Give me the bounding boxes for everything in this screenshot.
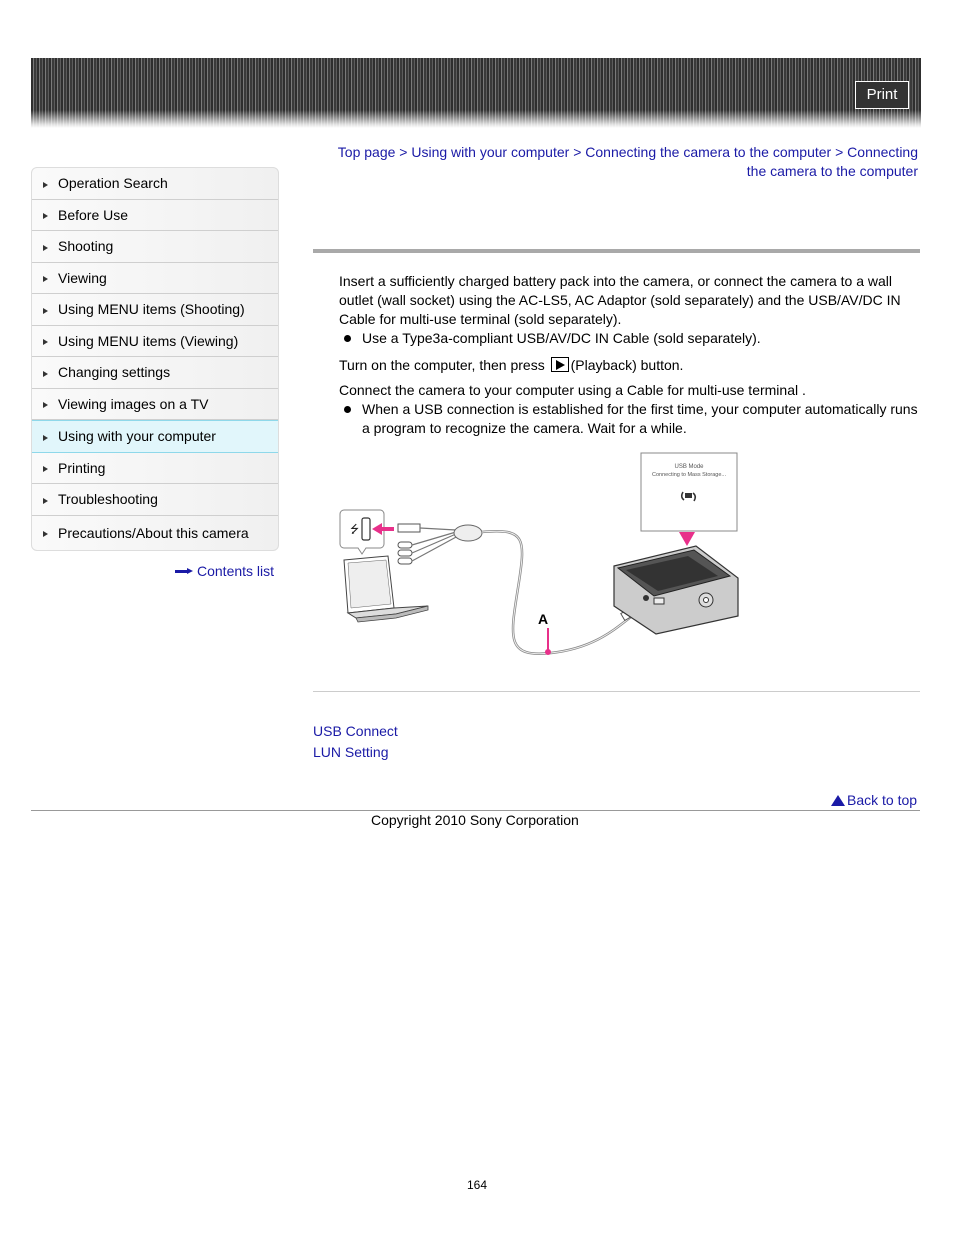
breadcrumb-separator: >: [573, 144, 582, 160]
sidebar-item-label: Shooting: [58, 238, 114, 255]
bullet-icon: [344, 335, 351, 342]
header-banner: [31, 58, 921, 128]
laptop-icon: [343, 555, 429, 623]
breadcrumb-top-page[interactable]: Top page: [338, 144, 396, 160]
section-divider: [313, 691, 920, 692]
step-1-text: Insert a sufficiently charged battery pa…: [339, 273, 901, 327]
sidebar-nav: Operation Search Before Use Shooting Vie…: [31, 167, 279, 551]
footer-divider: [31, 810, 920, 811]
screen-status-text: Connecting to Mass Storage...: [652, 472, 726, 478]
sidebar-item-label: Operation Search: [58, 175, 168, 192]
arrow-right-icon: [43, 244, 48, 251]
sidebar-item-changing-settings[interactable]: Changing settings: [32, 357, 278, 389]
arrow-right-icon: [43, 276, 48, 283]
usb-cable: [481, 530, 637, 655]
sidebar-item-troubleshooting[interactable]: Troubleshooting: [32, 484, 278, 516]
sidebar-item-label: Changing settings: [58, 364, 171, 381]
label-pointer-dot: [545, 649, 551, 655]
step-2-text-after: (Playback) button.: [570, 357, 684, 373]
sidebar-item-label: Viewing: [58, 269, 107, 286]
related-link-usb-connect[interactable]: USB Connect: [313, 721, 398, 742]
connection-diagram: USB Mode Connecting to Mass Storage... ⭍: [339, 452, 739, 655]
sidebar-item-operation-search[interactable]: Operation Search: [32, 168, 278, 200]
sidebar-item-shooting[interactable]: Shooting: [32, 231, 278, 263]
playback-icon: [550, 357, 569, 372]
sidebar-item-before-use[interactable]: Before Use: [32, 200, 278, 231]
sidebar-item-using-computer[interactable]: Using with your computer: [32, 420, 278, 453]
arrow-right-icon: [43, 181, 48, 188]
sidebar-item-label: Before Use: [58, 206, 129, 223]
screen-mode-text: USB Mode: [674, 464, 704, 470]
step-1-note: Use a Type3a-compliant USB/AV/DC IN Cabl…: [344, 329, 919, 348]
contents-list-link[interactable]: Contents list: [175, 563, 274, 579]
arrow-right-icon: [43, 213, 48, 220]
step-2: Turn on the computer, then press (Playba…: [339, 356, 919, 375]
breadcrumb-separator: >: [835, 144, 844, 160]
sidebar-item-viewing-tv[interactable]: Viewing images on a TV: [32, 389, 278, 420]
page-number: 164: [467, 1178, 488, 1192]
copyright-text: Copyright 2010 Sony Corporation: [371, 812, 579, 828]
pointer-arrow-icon: [679, 532, 695, 546]
cable-label-a: A: [538, 611, 548, 627]
sidebar-item-label: Using MENU items (Shooting): [58, 301, 245, 318]
camera-icon: [613, 545, 739, 635]
related-links: USB Connect LUN Setting: [313, 721, 398, 763]
step-3-note: When a USB connection is established for…: [344, 400, 919, 438]
bullet-icon: [344, 406, 351, 413]
arrow-right-icon: [43, 466, 48, 473]
sidebar-item-label: Using with your computer: [58, 428, 216, 445]
breadcrumb-using-computer[interactable]: Using with your computer: [411, 144, 569, 160]
print-button[interactable]: Print: [855, 81, 909, 109]
camera-screen-callout: USB Mode Connecting to Mass Storage...: [640, 452, 738, 546]
instructions: Insert a sufficiently charged battery pa…: [339, 272, 919, 438]
related-link-lun-setting[interactable]: LUN Setting: [313, 742, 398, 763]
sidebar-item-label: Using MENU items (Viewing): [58, 332, 239, 349]
arrow-right-icon: [43, 497, 48, 504]
step-1-note-text: Use a Type3a-compliant USB/AV/DC IN Cabl…: [362, 330, 761, 346]
sidebar-item-printing[interactable]: Printing: [32, 453, 278, 484]
arrow-up-icon: [831, 794, 845, 806]
step-2-text-before: Turn on the computer, then press: [339, 357, 545, 373]
sidebar-item-label: Viewing images on a TV: [58, 395, 209, 412]
contents-list-label: Contents list: [197, 563, 275, 579]
arrow-right-icon: [175, 568, 193, 574]
title-divider: [313, 249, 920, 253]
av-cable-connectors: [397, 523, 483, 565]
breadcrumb: Top page > Using with your computer > Co…: [320, 143, 918, 181]
back-to-top-link[interactable]: Back to top: [831, 792, 917, 808]
arrow-right-icon: [43, 339, 48, 346]
arrow-right-icon: [43, 402, 48, 409]
arrow-right-icon: [43, 307, 48, 314]
breadcrumb-separator: >: [399, 144, 408, 160]
arrow-right-icon: [43, 370, 48, 377]
sidebar-item-precautions[interactable]: Precautions/About this camera: [32, 516, 278, 550]
sidebar-item-viewing[interactable]: Viewing: [32, 263, 278, 294]
sidebar-item-label: Troubleshooting: [58, 491, 158, 508]
sidebar-item-menu-viewing[interactable]: Using MENU items (Viewing): [32, 326, 278, 357]
back-to-top-label: Back to top: [847, 792, 918, 808]
sidebar-item-menu-shooting[interactable]: Using MENU items (Shooting): [32, 294, 278, 326]
step-3-note-text: When a USB connection is established for…: [362, 401, 918, 436]
arrow-right-icon: [43, 434, 48, 441]
breadcrumb-connecting-section[interactable]: Connecting the camera to the computer: [585, 144, 831, 160]
sidebar-item-label: Printing: [58, 459, 106, 476]
step-3-text: Connect the camera to your computer usin…: [339, 382, 806, 398]
arrow-right-icon: [43, 531, 48, 537]
sidebar-item-label: Precautions/About this camera: [58, 524, 249, 541]
usb-symbol-icon: ⭍: [350, 523, 359, 536]
